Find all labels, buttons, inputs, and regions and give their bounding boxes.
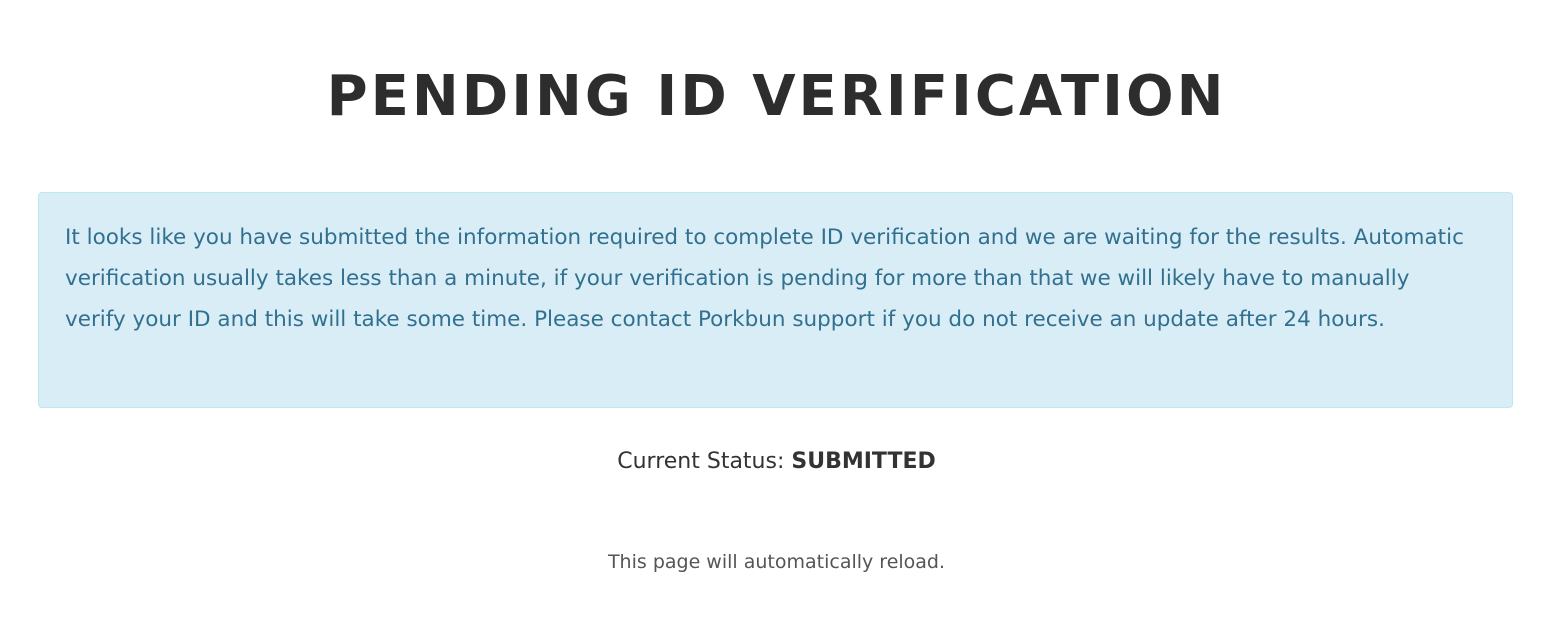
page-title: PENDING ID VERIFICATION: [326, 64, 1227, 129]
alert-message: It looks like you have submitted the inf…: [65, 225, 1464, 332]
status-label: Current Status:: [617, 449, 792, 474]
auto-reload-note: This page will automatically reload.: [607, 551, 946, 573]
current-status: Current Status: SUBMITTED: [0, 444, 1553, 480]
info-alert: It looks like you have submitted the inf…: [38, 192, 1513, 408]
status-value: SUBMITTED: [791, 449, 936, 474]
